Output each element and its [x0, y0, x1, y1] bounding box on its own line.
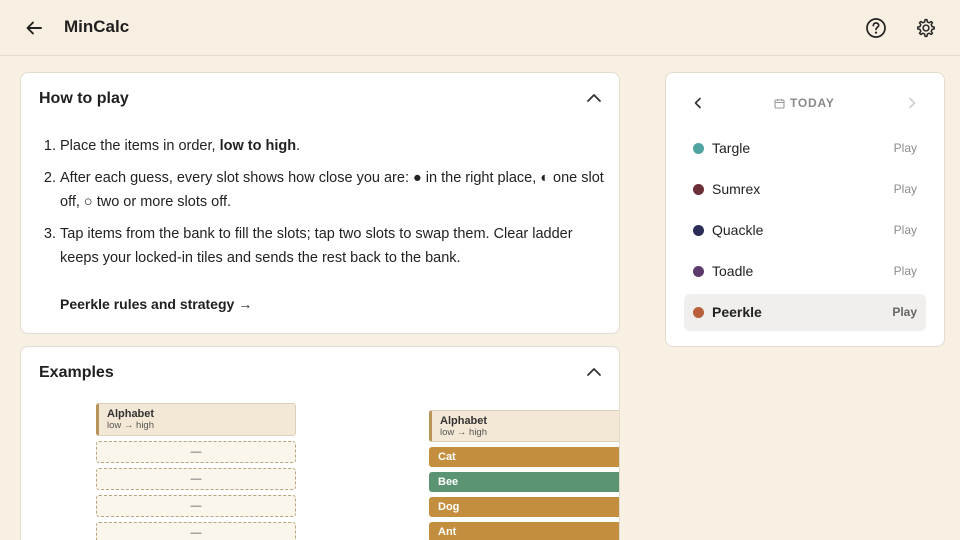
games-sidebar: TODAY Targle Play Sumrex Play Quackle Pl…: [665, 72, 945, 347]
gear-icon: [917, 18, 935, 38]
back-button[interactable]: [20, 14, 48, 42]
chevron-up-icon: [587, 94, 601, 102]
previous-day-button[interactable]: [690, 95, 706, 111]
play-button[interactable]: Play: [892, 305, 917, 319]
ladder-header: Alphabet low → high: [96, 403, 296, 436]
how-to-play-card: How to play Place the items in order, lo…: [20, 72, 620, 334]
settings-button[interactable]: [912, 14, 940, 42]
play-button[interactable]: Play: [894, 182, 917, 196]
game-row-targle[interactable]: Targle Play: [684, 130, 926, 167]
examples-card: Examples Alphabet low → high — — — — Alp…: [20, 346, 620, 540]
empty-slot: —: [96, 468, 296, 490]
calendar-icon: [774, 98, 785, 109]
game-row-sumrex[interactable]: Sumrex Play: [684, 171, 926, 208]
empty-slot: —: [96, 495, 296, 517]
empty-slot: —: [96, 441, 296, 463]
game-color-dot: [693, 307, 704, 318]
game-color-dot: [693, 266, 704, 277]
game-row-quackle[interactable]: Quackle Play: [684, 212, 926, 249]
app-title: MinCalc: [64, 17, 130, 36]
ladder-tile: Dog: [429, 497, 619, 517]
example-empty-ladder: Alphabet low → high — — — —: [96, 403, 296, 540]
ladder-header: Alphabet low → high: [429, 410, 619, 442]
ladder-tile: Bee: [429, 472, 619, 492]
play-button[interactable]: Play: [894, 264, 917, 278]
game-color-dot: [693, 225, 704, 236]
next-day-button[interactable]: [904, 95, 920, 111]
rules-list: Place the items in order, low to high. A…: [60, 134, 605, 278]
examples-title: Examples: [39, 364, 114, 381]
chevron-up-icon: [587, 368, 601, 376]
arrow-left-icon: [26, 21, 42, 35]
game-row-peerkle[interactable]: Peerkle Play: [684, 294, 926, 331]
collapse-how-to-play-button[interactable]: [583, 87, 605, 109]
collapse-examples-button[interactable]: [583, 361, 605, 383]
play-button[interactable]: Play: [894, 141, 917, 155]
rule-item: Tap items from the bank to fill the slot…: [60, 222, 605, 270]
chevron-right-icon: [909, 97, 916, 109]
date-label: TODAY: [774, 96, 835, 110]
help-circle-icon: [866, 18, 886, 38]
app-header: MinCalc: [0, 0, 960, 56]
ladder-tile: Ant: [429, 522, 619, 540]
help-button[interactable]: [862, 14, 890, 42]
how-to-play-title: How to play: [39, 90, 129, 107]
empty-slot: —: [96, 522, 296, 540]
game-color-dot: [693, 143, 704, 154]
ladder-tile: Cat: [429, 447, 619, 467]
rule-item: Place the items in order, low to high.: [60, 134, 605, 158]
rule-item: After each guess, every slot shows how c…: [60, 166, 605, 214]
example-filled-ladder: Alphabet low → high Cat Bee Dog Ant: [429, 410, 619, 540]
play-button[interactable]: Play: [894, 223, 917, 237]
game-row-toadle[interactable]: Toadle Play: [684, 253, 926, 290]
rules-strategy-link[interactable]: Peerkle rules and strategy →: [60, 296, 252, 312]
chevron-left-icon: [694, 97, 701, 109]
game-color-dot: [693, 184, 704, 195]
